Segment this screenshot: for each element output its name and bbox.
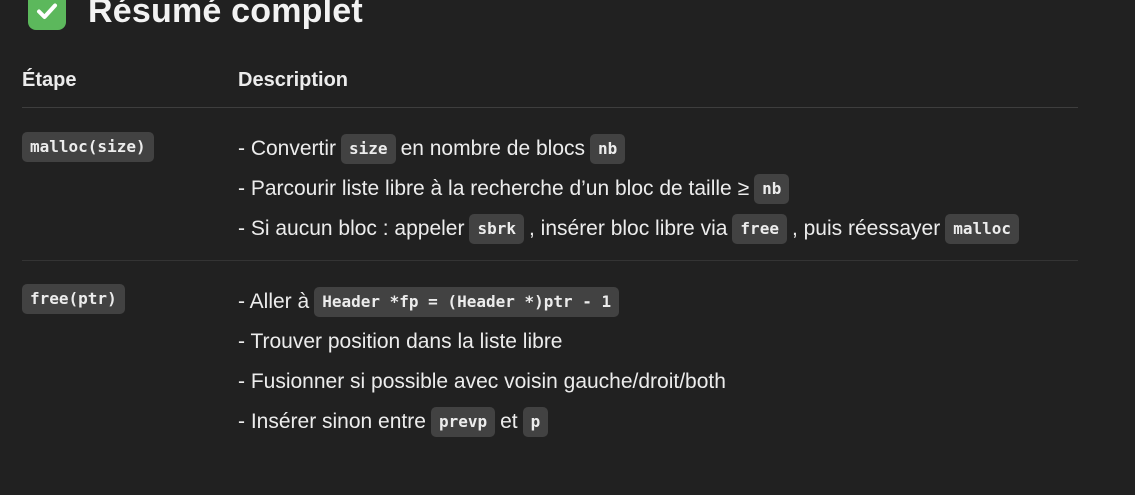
- inline-code: malloc: [945, 214, 1019, 244]
- description-text: en nombre de blocs: [400, 137, 586, 160]
- table-row: free(ptr) - Aller à Header *fp = (Header …: [22, 261, 1078, 461]
- page: Résumé complet Étape Description malloc(…: [0, 0, 1135, 495]
- table-header: Étape Description: [22, 54, 1078, 108]
- description-text: - Parcourir liste libre à la recherche d…: [238, 177, 750, 200]
- inline-code: prevp: [430, 407, 496, 437]
- step-code: malloc(size): [22, 132, 154, 162]
- column-header-description: Description: [238, 69, 349, 91]
- inline-code: p: [522, 407, 549, 437]
- description-text: - Convertir: [238, 137, 337, 160]
- description-line: - Aller à Header *fp = (Header *)ptr - 1: [238, 282, 1078, 322]
- description-text: - Aller à: [238, 290, 310, 313]
- inline-code: nb: [590, 134, 626, 164]
- inline-code: free: [732, 214, 787, 244]
- description-cell: - Aller à Header *fp = (Header *)ptr - 1 …: [238, 282, 1078, 442]
- step-code: free(ptr): [22, 284, 125, 314]
- description-line: - Trouver position dans la liste libre: [238, 322, 1078, 362]
- summary-table: Étape Description malloc(size) - Convert…: [22, 54, 1078, 461]
- description-text: et: [500, 410, 518, 433]
- description-cell: - Convertir size en nombre de blocs nb - Pa…: [238, 129, 1078, 249]
- description-text: - Fusionner si possible avec voisin gauc…: [238, 370, 726, 393]
- column-header-step: Étape: [22, 69, 77, 91]
- description-line: - Fusionner si possible avec voisin gauc…: [238, 362, 1078, 402]
- step-cell: free(ptr): [22, 284, 125, 314]
- section-title: Résumé complet: [88, 0, 363, 30]
- step-cell: malloc(size): [22, 132, 154, 162]
- check-mark-icon: [28, 0, 66, 30]
- description-line: - Convertir size en nombre de blocs nb: [238, 129, 1078, 169]
- inline-code: sbrk: [469, 214, 524, 244]
- description-text: , puis réessayer: [791, 217, 941, 240]
- description-line: - Si aucun bloc : appeler sbrk, insérer b…: [238, 209, 1078, 249]
- description-text: - Si aucun bloc : appeler: [238, 217, 465, 240]
- inline-code: Header *fp = (Header *)ptr - 1: [314, 287, 620, 317]
- inline-code: nb: [754, 174, 790, 204]
- description-text: - Insérer sinon entre: [238, 410, 426, 433]
- table-row: malloc(size) - Convertir size en nombre de…: [22, 108, 1078, 261]
- description-line: - Parcourir liste libre à la recherche d…: [238, 169, 1078, 209]
- description-text: - Trouver position dans la liste libre: [238, 330, 563, 353]
- description-text: , insérer bloc libre via: [529, 217, 728, 240]
- section-heading: Résumé complet: [28, 0, 363, 36]
- description-line: - Insérer sinon entre prevp et p: [238, 402, 1078, 442]
- inline-code: size: [341, 134, 396, 164]
